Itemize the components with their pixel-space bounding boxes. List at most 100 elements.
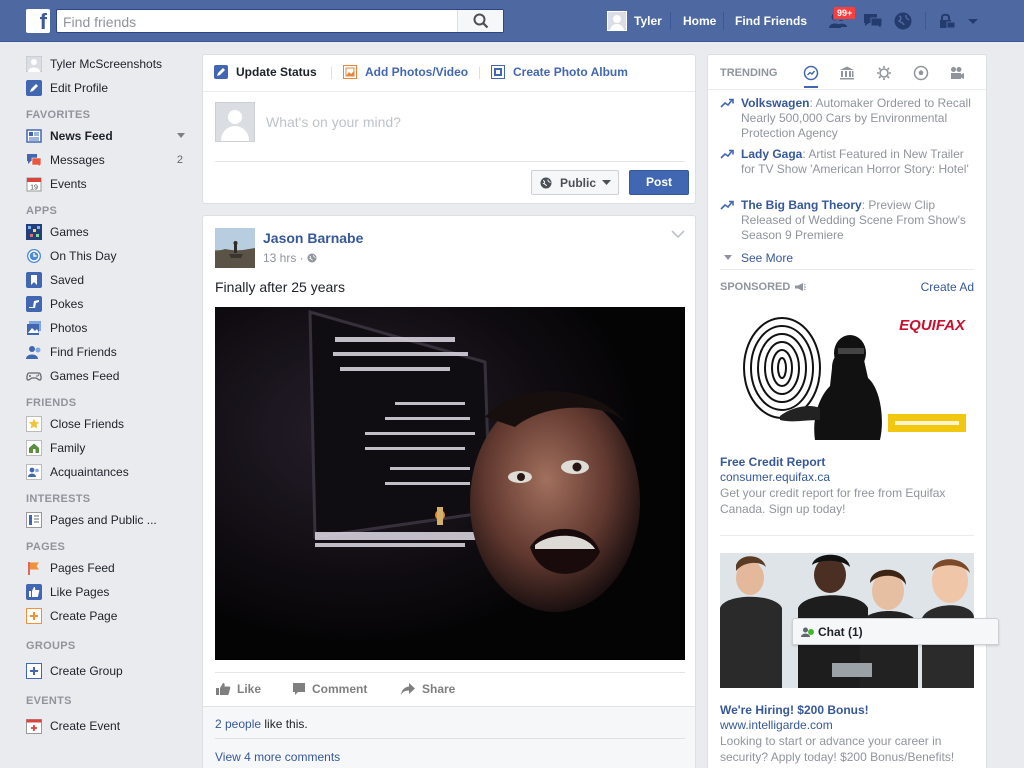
sidebar-item-label: Family [50,441,86,455]
sidebar-item-label: Pages Feed [50,561,115,575]
ad-title-link[interactable]: We're Hiring! $200 Bonus! [720,703,869,717]
messages-icon[interactable] [862,11,883,31]
find-friends-icon [26,344,42,360]
globe-icon [307,253,317,263]
sidebar-item-photos[interactable]: Photos [26,316,191,340]
sidebar-item-profile[interactable]: Tyler McScreenshots [26,52,191,76]
trending-item[interactable]: Lady Gaga: Artist Featured in New Traile… [720,147,980,177]
profile-link[interactable] [607,10,627,32]
sidebar-item-pages-and-public[interactable]: Pages and Public ... [26,508,191,532]
profile-avatar-icon [26,56,42,72]
share-button[interactable]: Share [400,682,455,696]
chat-label: Chat (1) [818,624,863,639]
search-button[interactable] [457,10,503,32]
sidebar-item-saved[interactable]: Saved [26,268,191,292]
sidebar-item-label: Photos [50,321,88,335]
section-heading-events: EVENTS [26,695,72,707]
home-link[interactable]: Home [683,14,716,28]
post-options-chevron-down-icon[interactable] [671,228,685,242]
account-menu-chevron-down-icon[interactable] [966,11,986,31]
sidebar-item-label: Pages and Public ... [50,513,157,527]
trending-entertainment-icon[interactable] [947,63,967,83]
sidebar-item-acquaintances[interactable]: Acquaintances [26,460,191,484]
privacy-label: Public [560,175,597,190]
trending-politics-icon[interactable] [837,63,857,83]
create-ad-link[interactable]: Create Ad [921,280,974,294]
ad-url-link[interactable]: www.intelligarde.com [720,718,833,732]
privacy-lock-icon[interactable] [937,11,957,31]
sidebar-item-create-page[interactable]: Create Page [26,604,191,628]
tab-label: Create Photo Album [513,65,628,79]
globe-icon [540,177,552,188]
profile-name-link[interactable]: Tyler [634,14,662,28]
like-button[interactable]: Like [215,682,261,696]
sidebar-item-edit-profile[interactable]: Edit Profile [26,76,191,100]
comment-button[interactable]: Comment [292,682,367,696]
sidebar-item-news-feed[interactable]: News Feed [26,124,191,148]
status-input[interactable]: What's on your mind? [266,114,401,130]
sponsored-heading: SPONSORED [720,281,807,293]
notification-badge: 99+ [833,6,857,20]
ad-url-link[interactable]: consumer.equifax.ca [720,470,830,484]
share-icon [401,683,415,695]
sidebar-item-create-group[interactable]: Create Group [26,659,191,683]
ad-image-equifax[interactable]: EQUIFAX [720,308,974,440]
sidebar-item-pokes[interactable]: Pokes [26,292,191,316]
news-feed-icon [26,128,42,144]
sidebar-item-find-friends[interactable]: Find Friends [26,340,191,364]
author-name-link[interactable]: Jason Barnabe [263,230,363,246]
sidebar-item-games-feed[interactable]: Games Feed [26,364,191,388]
sidebar-item-messages[interactable]: Messages 2 [26,148,191,172]
trending-item[interactable]: Volkswagen: Automaker Ordered to Recall … [720,96,980,141]
trending-science-tech-icon[interactable] [874,63,894,83]
ad-title-link[interactable]: Free Credit Report [720,455,825,469]
divider [331,67,332,79]
sidebar-item-on-this-day[interactable]: On This Day [26,244,191,268]
globe-icon[interactable] [893,11,913,31]
sidebar-item-pages-feed[interactable]: Pages Feed [26,556,191,580]
tab-create-photo-album[interactable]: Create Photo Album [491,65,628,79]
post-button[interactable]: Post [629,170,689,195]
post-feedback: 2 people like this. View 4 more comments [203,706,695,768]
sidebar-item-label: Create Group [50,664,123,678]
like-label: Like [237,682,262,696]
sidebar-item-games[interactable]: Games [26,220,191,244]
sidebar-item-label: Games Feed [50,369,120,383]
options-chevron-down-icon[interactable] [177,130,185,142]
view-more-comments-link[interactable]: View 4 more comments [215,750,340,764]
trending-topic-name: Volkswagen [741,96,810,110]
ad-description: Looking to start or advance your career … [720,734,955,764]
search-input[interactable] [63,12,453,31]
privacy-selector-button[interactable]: Public [531,170,619,195]
sidebar-item-close-friends[interactable]: Close Friends [26,412,191,436]
post-actions-bar: Like Comment Share [215,672,685,704]
trending-topic-name: The Big Bang Theory [741,198,862,212]
messages-icon [26,152,42,168]
post-photo[interactable] [215,307,685,660]
trending-top-icon[interactable] [801,63,821,88]
sidebar-item-like-pages[interactable]: Like Pages [26,580,191,604]
composer-tabs: Update Status Add Photos/Video Create Ph… [203,55,695,91]
sidebar-item-label: News Feed [50,129,113,143]
sidebar-item-create-event[interactable]: Create Event [26,714,191,738]
unread-count: 2 [176,154,183,166]
sidebar-item-label: Like Pages [50,585,110,599]
tab-update-status[interactable]: Update Status [214,65,317,79]
sidebar-item-family[interactable]: Family [26,436,191,460]
tab-add-photos-video[interactable]: Add Photos/Video [343,65,468,79]
games-icon [26,224,42,240]
see-more-link[interactable]: See More [724,251,793,265]
pages-list-icon [26,512,42,528]
likes-count-link[interactable]: 2 people [215,717,261,731]
find-friends-link[interactable]: Find Friends [735,14,807,28]
sidebar-item-events[interactable]: 19 Events [26,172,191,196]
sidebar-item-label: Tyler McScreenshots [50,57,163,71]
post-timestamp[interactable]: 13 hrs · [263,251,317,265]
trending-item[interactable]: The Big Bang Theory: Preview Clip Releas… [720,198,980,243]
chat-tab[interactable]: Chat (1) [792,618,999,645]
author-avatar[interactable] [215,228,255,268]
trending-sports-icon[interactable] [911,63,931,83]
facebook-logo-icon[interactable]: f [26,9,50,33]
search-icon [473,13,489,29]
ad-brand-logo: EQUIFAX [899,317,966,334]
